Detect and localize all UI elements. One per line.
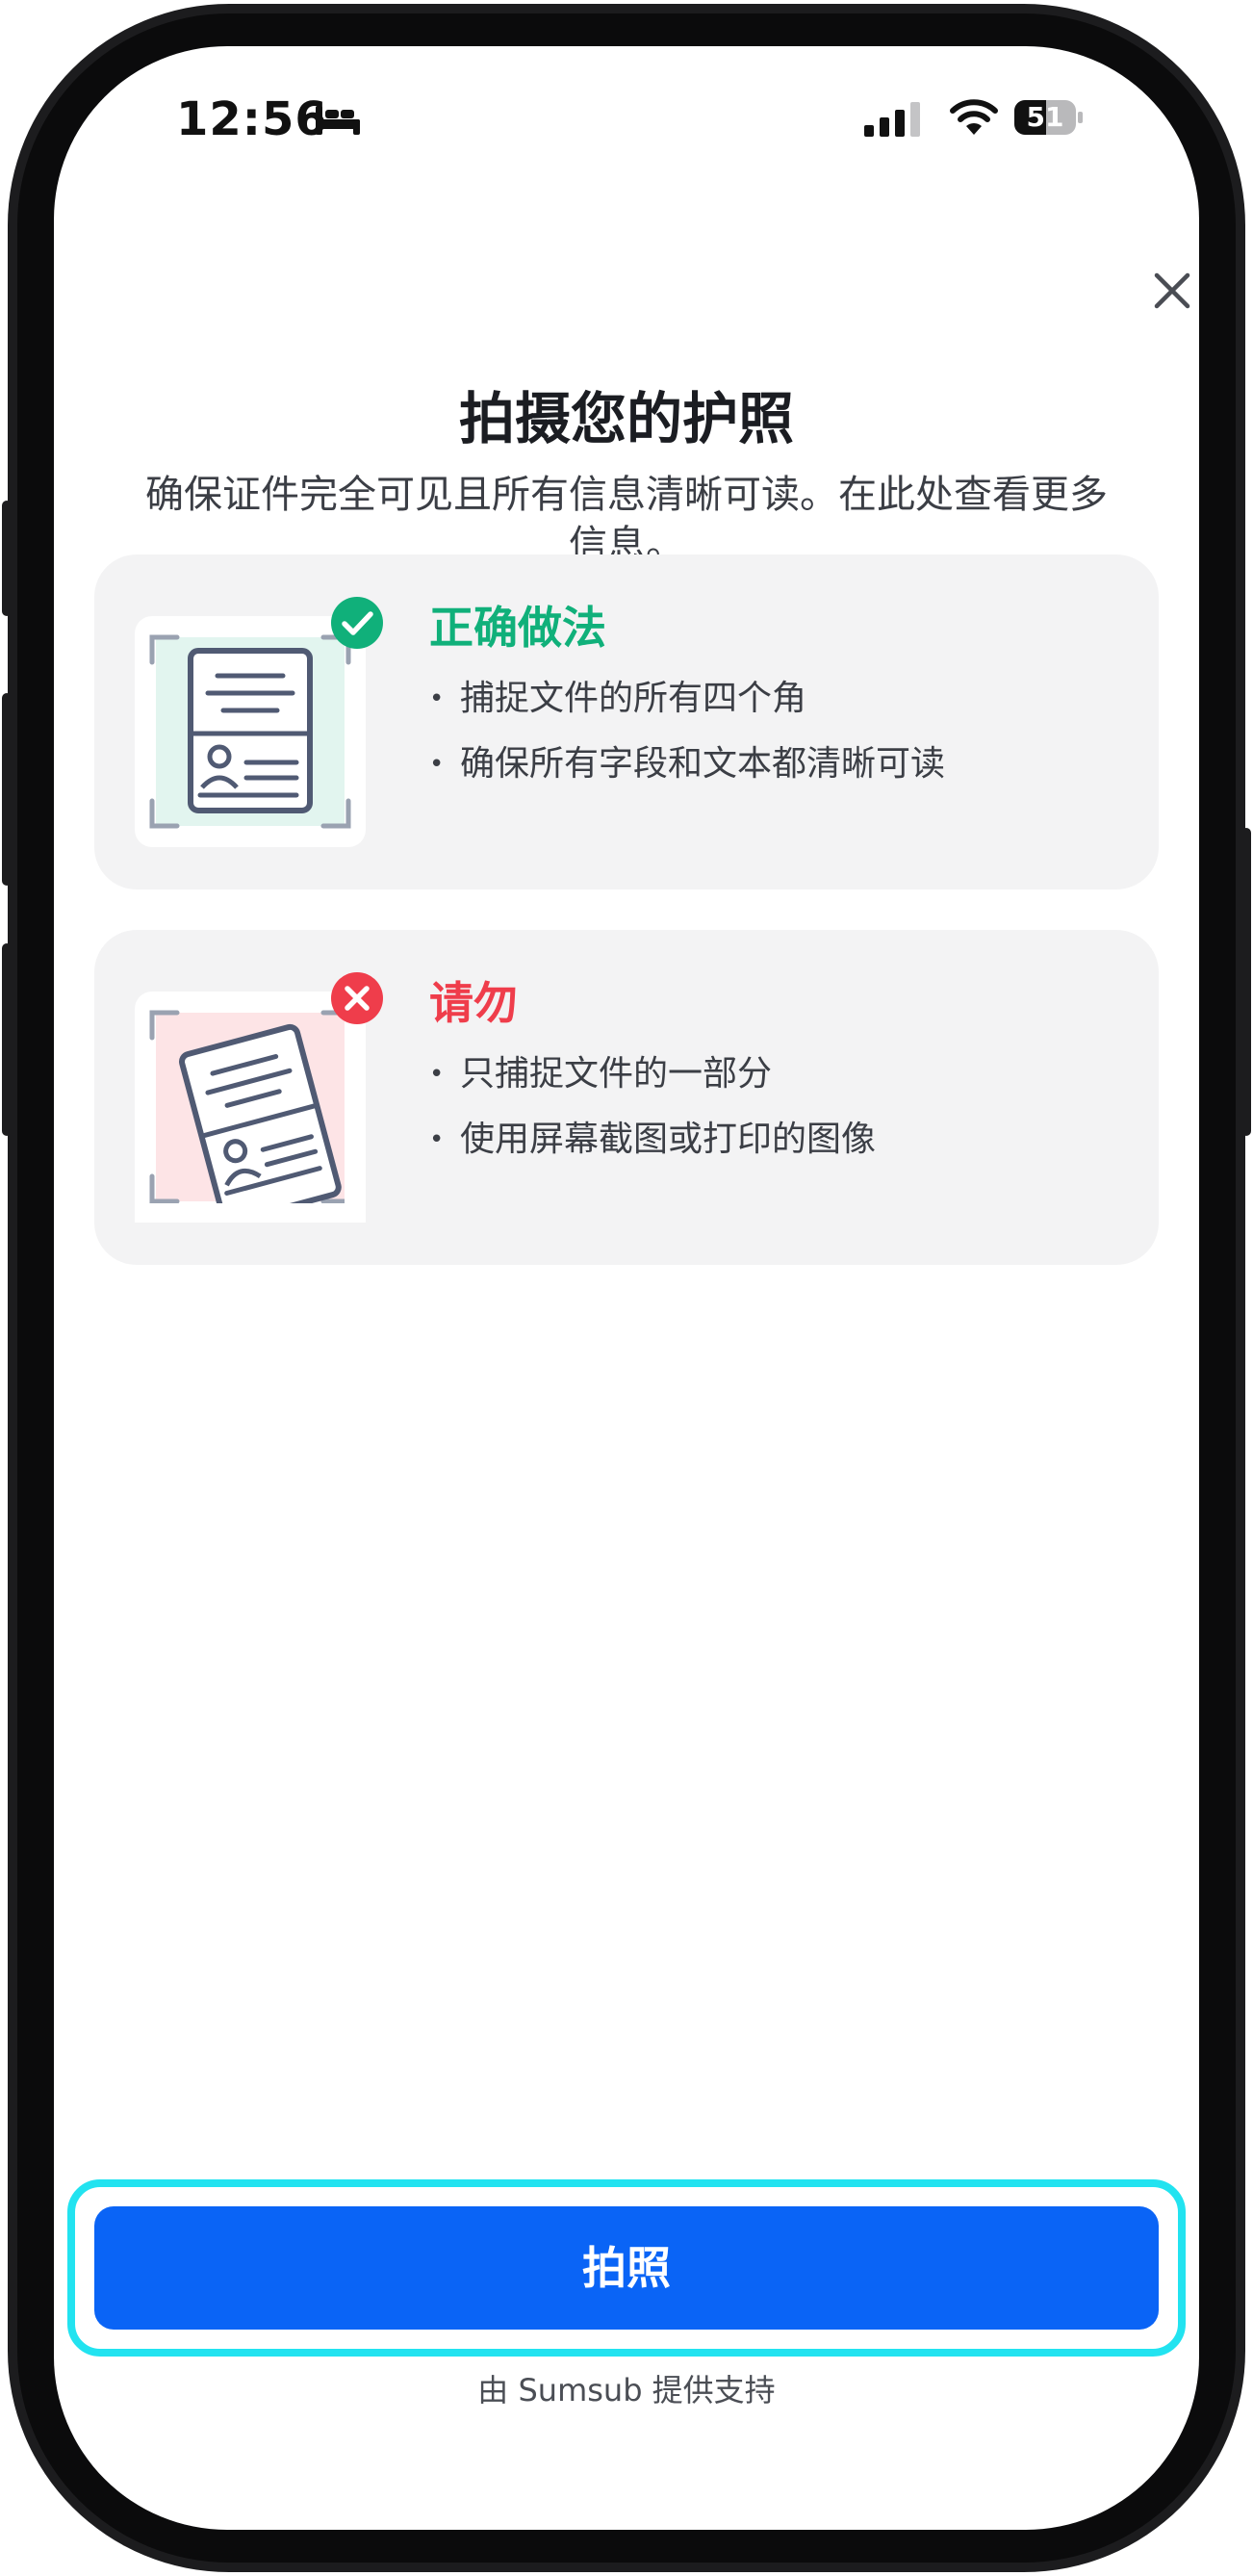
side-button (2, 943, 12, 1136)
correct-document-illustration (135, 616, 366, 847)
battery-body: 51 (1014, 100, 1076, 135)
cellular-signal-icon (864, 102, 920, 137)
side-button (1241, 828, 1251, 1136)
wifi-icon (950, 99, 998, 135)
bed-icon (316, 106, 360, 135)
close-icon[interactable] (1141, 260, 1199, 322)
battery-percent: 51 (1026, 101, 1064, 133)
incorrect-document-illustration (135, 992, 366, 1225)
list-item: 确保所有字段和文本都清晰可读 (429, 743, 945, 809)
take-photo-button[interactable]: 拍照 (94, 2206, 1159, 2330)
document-scan-icon (149, 634, 351, 829)
side-button (2, 693, 12, 886)
card-heading: 请勿 (429, 977, 518, 1029)
x-circle-icon (331, 972, 383, 1024)
bullet-list: 只捕捉文件的一部分 使用屏幕截图或打印的图像 (429, 1053, 876, 1184)
do-card: 正确做法 捕捉文件的所有四个角 确保所有字段和文本都清晰可读 (94, 554, 1159, 889)
list-item: 捕捉文件的所有四个角 (429, 678, 945, 743)
powered-by-text: 由 Sumsub 提供支持 (477, 2372, 776, 2409)
card-heading: 正确做法 (429, 602, 606, 654)
check-circle-icon (331, 597, 383, 649)
tilted-document-icon (135, 992, 366, 1225)
list-item: 只捕捉文件的一部分 (429, 1053, 876, 1119)
bullet-list: 捕捉文件的所有四个角 确保所有字段和文本都清晰可读 (429, 678, 945, 809)
battery-nub (1078, 112, 1083, 123)
dont-card: 请勿 只捕捉文件的一部分 使用屏幕截图或打印的图像 (94, 930, 1159, 1265)
page-title: 拍摄您的护照 (458, 386, 794, 451)
list-item: 使用屏幕截图或打印的图像 (429, 1119, 876, 1184)
side-button (2, 501, 12, 616)
app-screen: 12:56 51 拍摄您的护照 确保证件完全可见且所有信息清晰可读。在此处查看更… (54, 46, 1199, 2530)
status-time: 12:56 (176, 92, 328, 146)
battery-icon: 51 (1014, 100, 1084, 135)
